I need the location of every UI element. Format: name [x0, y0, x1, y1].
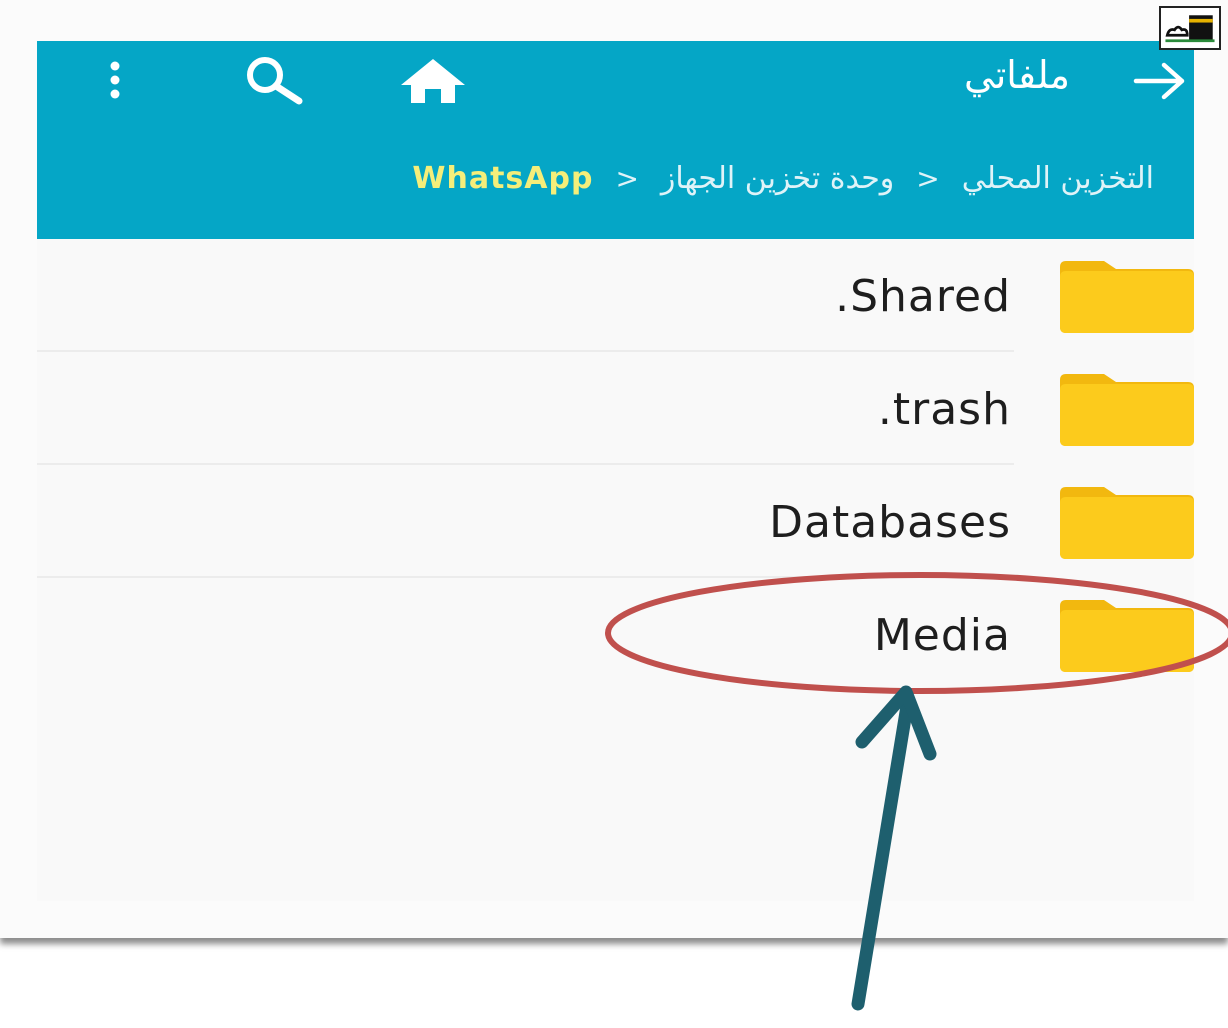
screenshot-card: ملفاتي التخزين المحلي > وحدة تخزين الجها… — [0, 0, 1228, 938]
breadcrumb-separator: > — [916, 162, 940, 195]
folder-icon — [1060, 600, 1194, 672]
site-logo — [1159, 6, 1221, 50]
arrow-right-icon[interactable] — [1130, 59, 1190, 103]
file-list: .Shared .trash Databases Media — [37, 239, 1194, 691]
breadcrumb: التخزين المحلي > وحدة تخزين الجهاز > Wha… — [412, 161, 1154, 196]
list-item-databases[interactable]: Databases — [37, 465, 1194, 578]
file-name: .trash — [877, 384, 1011, 435]
file-name: .Shared — [835, 271, 1011, 322]
file-name: Databases — [769, 497, 1011, 548]
list-item-media[interactable]: Media — [37, 578, 1194, 691]
home-icon[interactable] — [397, 55, 469, 105]
app-toolbar: ملفاتي التخزين المحلي > وحدة تخزين الجها… — [37, 41, 1194, 239]
breadcrumb-separator: > — [615, 162, 639, 195]
folder-icon — [1060, 374, 1194, 446]
more-vert-icon[interactable] — [99, 59, 131, 101]
list-item-trash[interactable]: .trash — [37, 352, 1194, 465]
file-name: Media — [873, 610, 1011, 661]
breadcrumb-whatsapp[interactable]: WhatsApp — [412, 161, 593, 196]
list-item-shared[interactable]: .Shared — [37, 239, 1194, 352]
breadcrumb-local-storage[interactable]: التخزين المحلي — [962, 161, 1154, 196]
folder-icon — [1060, 261, 1194, 333]
folder-icon — [1060, 487, 1194, 559]
search-icon[interactable] — [239, 55, 307, 105]
app-title: ملفاتي — [964, 53, 1070, 97]
breadcrumb-device-storage[interactable]: وحدة تخزين الجهاز — [661, 161, 894, 196]
file-manager-app: ملفاتي التخزين المحلي > وحدة تخزين الجها… — [37, 41, 1194, 901]
